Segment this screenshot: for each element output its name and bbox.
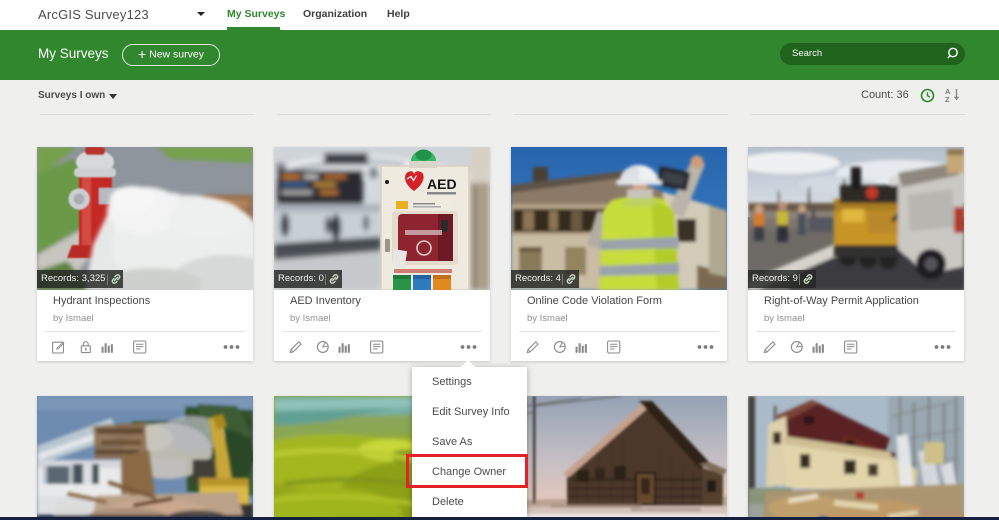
- svg-text:Z: Z: [945, 95, 950, 103]
- svg-text:AED: AED: [427, 176, 457, 192]
